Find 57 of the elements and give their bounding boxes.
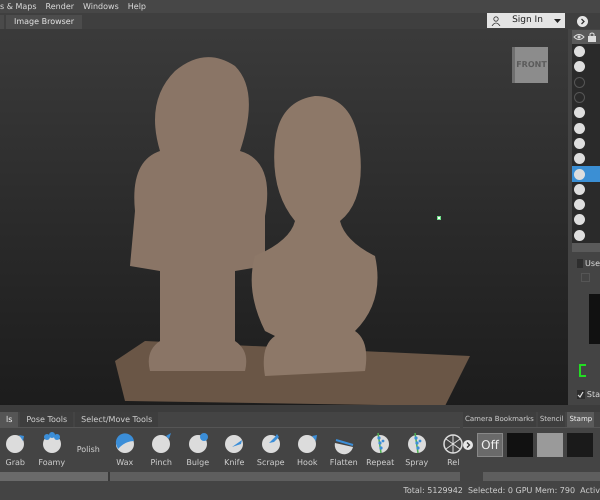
sculpt-tool[interactable]: Polish xyxy=(70,444,106,456)
stamp-thumbnail[interactable] xyxy=(567,433,593,457)
visibility-toggle[interactable] xyxy=(574,199,585,210)
tab[interactable]: Image Browser xyxy=(6,15,82,29)
chevron-right-icon[interactable] xyxy=(577,16,588,26)
checkbox-label: Use xyxy=(585,258,600,270)
stamp-thumbnail[interactable] xyxy=(537,433,563,457)
visibility-toggle[interactable] xyxy=(574,153,585,164)
visibility-toggle[interactable] xyxy=(574,107,585,118)
stamp-preview xyxy=(589,294,600,344)
sculpt-tool[interactable]: Knife xyxy=(216,431,252,469)
checkbox-label: Sta xyxy=(586,388,600,401)
sculpt-tool[interactable]: Scrape xyxy=(252,431,289,469)
sculpt-tool[interactable]: Pinch xyxy=(143,431,180,469)
eye-icon xyxy=(573,33,585,41)
visibility-toggle[interactable] xyxy=(574,138,585,149)
menu-item[interactable]: s & Maps xyxy=(0,0,37,12)
horizontal-scrollbar[interactable] xyxy=(0,472,460,481)
pivot-marker xyxy=(437,216,441,220)
sculpt-tool[interactable]: Rel xyxy=(435,431,472,469)
user-icon xyxy=(491,16,501,26)
sculpt-tool[interactable]: Flatten xyxy=(326,431,362,469)
stamp-off-button[interactable]: Off xyxy=(477,433,503,457)
caret-icon xyxy=(554,18,561,22)
stamp-thumbnail[interactable] xyxy=(507,433,533,457)
sculpt-tool[interactable]: Bulge xyxy=(180,431,216,469)
visibility-toggle[interactable] xyxy=(574,214,585,226)
lock-icon xyxy=(588,32,596,42)
visibility-toggle[interactable] xyxy=(574,184,585,195)
visibility-toggle[interactable] xyxy=(574,168,585,180)
tab[interactable]: ls xyxy=(0,412,18,427)
layer-row[interactable] xyxy=(572,182,600,197)
menu-item[interactable]: Windows xyxy=(83,0,119,12)
sign-in-dropdown[interactable]: Sign In xyxy=(487,13,565,28)
status-text: Total: 5129942 Selected: 0 GPU Mem: 790 Activ xyxy=(403,485,600,497)
sculpt-tool[interactable]: Hook xyxy=(289,431,326,469)
tab[interactable]: Select/Move Tools xyxy=(75,412,158,427)
visibility-toggle[interactable] xyxy=(574,230,585,241)
bracket-icon xyxy=(579,364,587,377)
sculpt-tool[interactable]: Wax xyxy=(106,431,143,469)
menu-item[interactable]: Render xyxy=(46,0,74,12)
sculpt-tool[interactable]: Repeat xyxy=(362,431,398,469)
sculpt-tool[interactable]: Spray xyxy=(398,431,435,469)
menu-item[interactable]: Help xyxy=(128,0,146,12)
horizontal-scrollbar[interactable] xyxy=(483,472,600,481)
visibility-toggle[interactable] xyxy=(574,92,585,104)
sculpt-tool[interactable]: Grab xyxy=(0,431,34,469)
visibility-toggle[interactable] xyxy=(574,122,585,134)
pinch-tool-icon xyxy=(149,431,174,455)
checkbox[interactable] xyxy=(577,390,585,400)
sculpt-tool[interactable]: Foamy xyxy=(34,431,70,469)
visibility-toggle[interactable] xyxy=(574,46,585,58)
visibility-toggle[interactable] xyxy=(574,61,585,72)
chevron-right-icon[interactable] xyxy=(463,440,473,450)
layer-row[interactable] xyxy=(572,151,600,166)
tab[interactable]: Pose Tools xyxy=(20,412,74,427)
visibility-toggle[interactable] xyxy=(574,76,585,88)
